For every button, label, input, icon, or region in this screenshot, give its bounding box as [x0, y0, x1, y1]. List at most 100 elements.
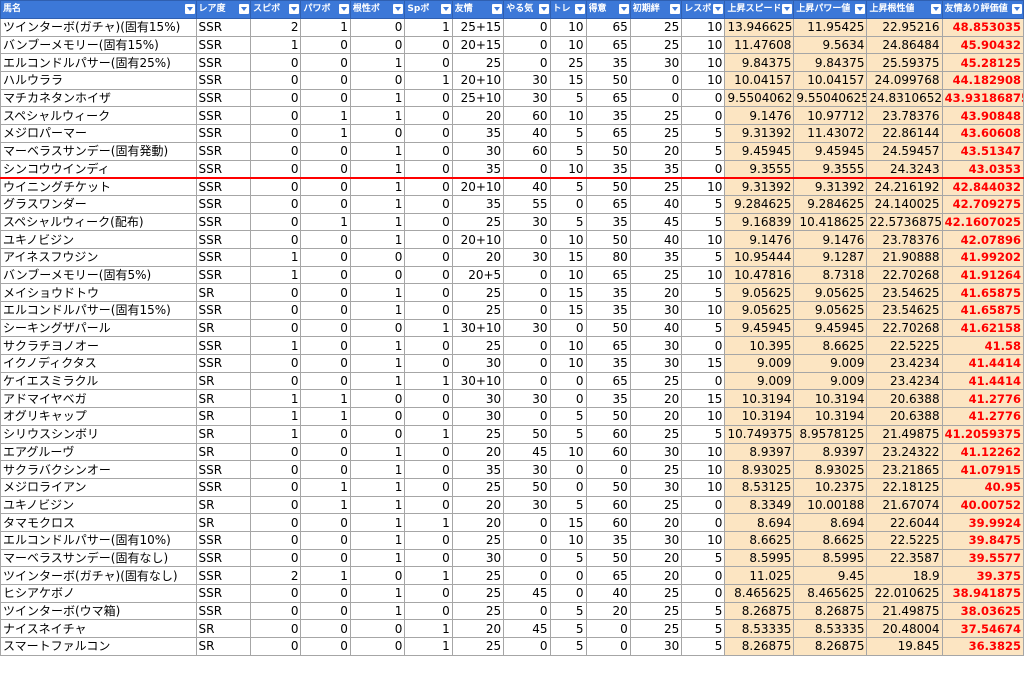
table-cell[interactable]: 8.9397: [793, 442, 868, 462]
table-cell[interactable]: 30: [629, 336, 683, 356]
table-cell[interactable]: 35: [585, 301, 631, 320]
table-cell[interactable]: 24.3243: [866, 159, 943, 179]
table-cell[interactable]: 0: [503, 530, 551, 550]
table-cell[interactable]: 20: [629, 548, 683, 568]
table-cell[interactable]: 0: [349, 619, 406, 639]
table-cell[interactable]: 10: [681, 460, 726, 479]
table-cell[interactable]: 9.5634: [793, 35, 868, 55]
table-cell[interactable]: 5: [681, 194, 726, 214]
table-cell[interactable]: 1: [349, 442, 406, 462]
table-cell[interactable]: 10: [681, 442, 726, 462]
column-header-2[interactable]: スピボ: [250, 0, 302, 19]
table-cell[interactable]: 50: [503, 477, 551, 497]
table-cell[interactable]: 0: [250, 442, 302, 462]
table-cell[interactable]: ツインターボ(ガチャ)(固有15%): [0, 18, 197, 37]
column-header-15[interactable]: 友情あり評価値: [941, 0, 1024, 19]
table-cell[interactable]: 10.3194: [724, 389, 795, 409]
table-cell[interactable]: 45: [503, 619, 551, 639]
table-cell[interactable]: 20: [629, 389, 683, 409]
table-cell[interactable]: 0: [250, 88, 302, 108]
table-cell[interactable]: 9.009: [724, 354, 795, 373]
table-cell[interactable]: 10: [681, 71, 726, 90]
table-cell[interactable]: 35: [585, 212, 631, 232]
table-cell[interactable]: 65: [585, 35, 631, 55]
table-cell[interactable]: 10: [549, 354, 587, 373]
table-cell[interactable]: 0: [503, 230, 551, 249]
table-cell[interactable]: 11.025: [724, 566, 795, 585]
table-cell[interactable]: 8.6625: [793, 336, 868, 356]
table-cell[interactable]: 20: [451, 247, 505, 267]
filter-dropdown-icon[interactable]: [393, 4, 404, 14]
table-cell[interactable]: 0: [549, 477, 587, 497]
table-cell[interactable]: 22.5736875: [866, 212, 943, 232]
table-cell[interactable]: 8.5995: [724, 548, 795, 568]
table-cell[interactable]: 38.941875: [941, 584, 1024, 603]
table-cell[interactable]: 44.182908: [941, 71, 1024, 90]
table-cell[interactable]: 10: [549, 230, 587, 249]
table-cell[interactable]: 41.65875: [941, 301, 1024, 320]
table-cell[interactable]: 0: [404, 212, 453, 232]
table-cell[interactable]: ツインターボ(ガチャ)(固有なし): [0, 566, 197, 585]
table-cell[interactable]: 0: [404, 530, 453, 550]
table-cell[interactable]: 0: [300, 354, 351, 373]
table-cell[interactable]: 10.04157: [793, 71, 868, 90]
table-cell[interactable]: ケイエスミラクル: [0, 371, 197, 391]
table-cell[interactable]: 0: [349, 637, 406, 656]
column-header-6[interactable]: 友情: [451, 0, 505, 19]
table-cell[interactable]: 0: [349, 124, 406, 143]
table-cell[interactable]: 10: [681, 53, 726, 73]
table-cell[interactable]: 30+10: [451, 371, 505, 391]
table-cell[interactable]: 0: [629, 71, 683, 90]
table-cell[interactable]: 50: [585, 548, 631, 568]
table-cell[interactable]: 40: [503, 124, 551, 143]
table-cell[interactable]: 10.97712: [793, 106, 868, 126]
table-cell[interactable]: 20+10: [451, 177, 505, 196]
table-cell[interactable]: 30: [503, 460, 551, 479]
table-cell[interactable]: 11.95425: [793, 18, 868, 37]
table-cell[interactable]: 35: [585, 530, 631, 550]
table-cell[interactable]: 25: [629, 265, 683, 285]
table-cell[interactable]: 24.86484: [866, 35, 943, 55]
filter-dropdown-icon[interactable]: [338, 4, 349, 14]
table-cell[interactable]: 1: [349, 530, 406, 550]
table-cell[interactable]: 9.45945: [793, 141, 868, 161]
table-cell[interactable]: 10: [549, 18, 587, 37]
table-cell[interactable]: 39.9924: [941, 513, 1024, 532]
table-cell[interactable]: 10: [549, 265, 587, 285]
table-cell[interactable]: 5: [549, 177, 587, 196]
table-cell[interactable]: 25: [629, 124, 683, 143]
table-cell[interactable]: 9.31392: [724, 177, 795, 196]
table-cell[interactable]: 0: [250, 141, 302, 161]
table-cell[interactable]: 1: [404, 424, 453, 444]
table-cell[interactable]: 35: [451, 460, 505, 479]
table-cell[interactable]: 5: [681, 247, 726, 267]
table-cell[interactable]: 0: [404, 354, 453, 373]
table-cell[interactable]: 50: [585, 71, 631, 90]
table-cell[interactable]: 0: [250, 159, 302, 179]
table-cell[interactable]: 25: [451, 584, 505, 603]
table-cell[interactable]: 0: [681, 159, 726, 179]
table-cell[interactable]: 8.26875: [724, 601, 795, 621]
table-cell[interactable]: 0: [349, 35, 406, 55]
table-cell[interactable]: 20: [629, 566, 683, 585]
table-cell[interactable]: 25+15: [451, 18, 505, 37]
table-cell[interactable]: 5: [549, 141, 587, 161]
table-cell[interactable]: 45: [503, 584, 551, 603]
table-cell[interactable]: 0: [250, 53, 302, 73]
filter-dropdown-icon[interactable]: [1012, 4, 1022, 14]
table-cell[interactable]: 42.1607025: [941, 212, 1024, 232]
table-cell[interactable]: 8.53335: [724, 619, 795, 639]
table-cell[interactable]: エアグルーヴ: [0, 442, 197, 462]
table-cell[interactable]: 20: [585, 601, 631, 621]
table-cell[interactable]: 5: [549, 548, 587, 568]
table-cell[interactable]: 40: [629, 194, 683, 214]
table-cell[interactable]: 0: [300, 177, 351, 196]
table-cell[interactable]: 25: [451, 530, 505, 550]
table-cell[interactable]: 0: [300, 619, 351, 639]
table-cell[interactable]: 0: [404, 141, 453, 161]
table-cell[interactable]: 9.05625: [724, 283, 795, 302]
table-cell[interactable]: 9.31392: [793, 177, 868, 196]
column-header-10[interactable]: 初期絆: [629, 0, 683, 19]
table-cell[interactable]: 9.45945: [793, 318, 868, 338]
table-cell[interactable]: 5: [549, 407, 587, 426]
